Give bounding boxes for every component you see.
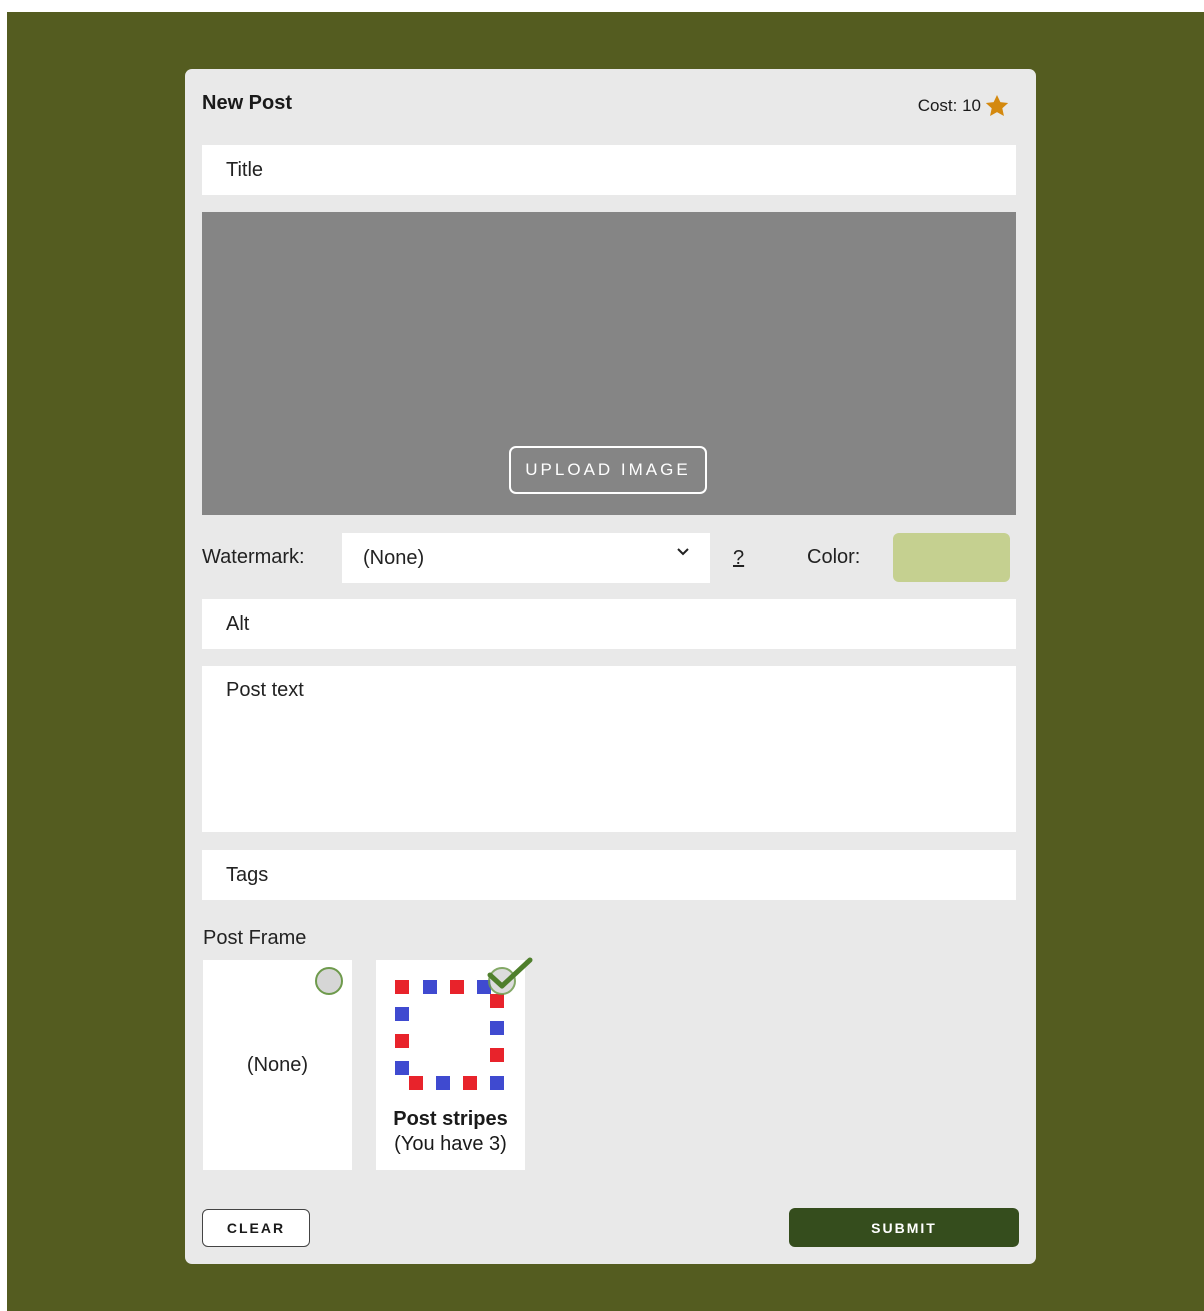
post-frame-label: Post Frame [203,927,307,949]
watermark-select[interactable]: (None) [342,533,710,583]
submit-button[interactable]: SUBMIT [789,1208,1019,1247]
frame-stripes-count: (You have 3) [394,1133,507,1155]
post-text-placeholder: Post text [226,679,304,701]
title-input[interactable]: Title [202,145,1016,195]
new-post-card: New Post Cost: 10 Title UPLOAD IMAGE Wat… [185,69,1036,1264]
image-drop-area[interactable]: UPLOAD IMAGE [202,212,1016,515]
tags-input[interactable]: Tags [202,850,1016,900]
chevron-down-icon [677,548,689,556]
watermark-help-link[interactable]: ? [733,547,744,570]
star-icon [985,94,1009,116]
alt-input[interactable]: Alt [202,599,1016,649]
color-label: Color: [807,546,861,568]
frame-stripes-name: Post stripes [393,1108,508,1130]
alt-placeholder: Alt [226,612,250,635]
clear-button[interactable]: CLEAR [202,1209,310,1247]
page-title: New Post [202,92,293,114]
title-placeholder: Title [226,158,264,181]
color-swatch[interactable] [893,533,1010,582]
watermark-label: Watermark: [202,546,305,568]
cost-display: Cost: 10 [918,93,1010,119]
frame-option-none[interactable]: (None) [203,960,352,1170]
frame-none-radio[interactable] [315,967,343,995]
post-text-area[interactable]: Post text [202,666,1016,832]
cost-label: Cost: 10 [917,96,981,115]
tags-placeholder: Tags [226,863,269,886]
post-stripes-frame-icon [395,980,504,1090]
upload-image-button[interactable]: UPLOAD IMAGE [509,446,707,494]
checkmark-icon [487,957,533,989]
frame-option-post-stripes[interactable]: Post stripes (You have 3) [376,957,533,1170]
frame-none-label: (None) [246,1054,309,1076]
watermark-value: (None) [363,546,425,569]
